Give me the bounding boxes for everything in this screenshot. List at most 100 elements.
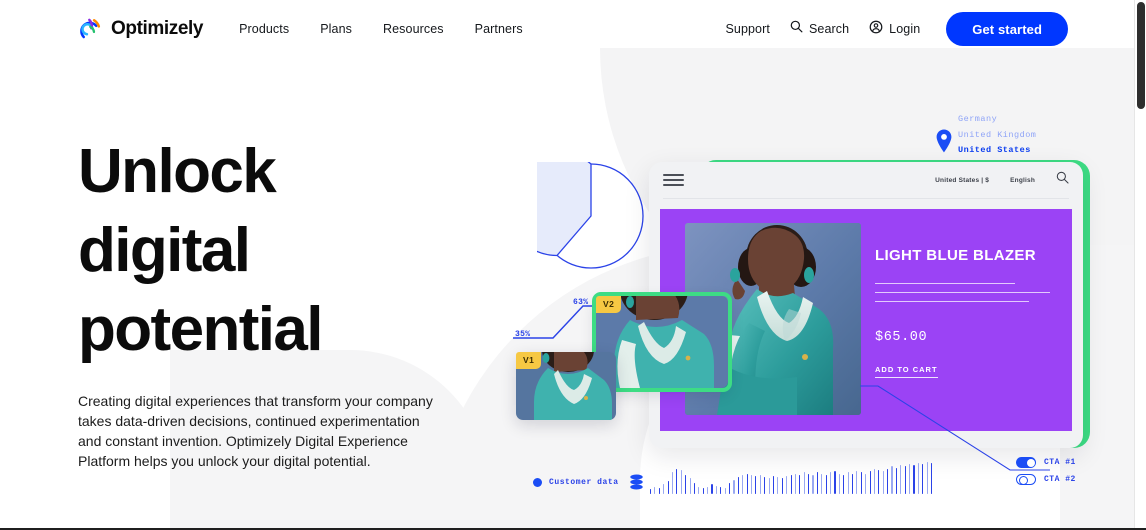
optimizely-homepage: Optimizely Products Plans Resources Part… [0,0,1146,530]
brand-name: Optimizely [111,18,204,39]
nav-login-link[interactable]: Login [869,20,920,39]
device-locale-selector[interactable]: United States | $ [935,177,989,184]
bar-chart-bar [755,476,757,494]
bar-chart-bar [715,485,717,494]
customer-data-dot-icon [533,478,542,487]
map-pin-icon [934,128,954,154]
variant-1-badge: V1 [516,352,542,369]
bar-chart-bar [781,478,783,494]
geo-targeting-widget: Germany United Kingdom United States [930,112,1070,164]
nav-links: Products Plans Resources Partners [239,22,523,36]
nav-login-label: Login [889,22,921,36]
device-search-icon[interactable] [1056,171,1069,189]
bar-chart-bar [742,474,744,494]
nav-right-group: Support Search Login Get started [725,12,1068,46]
bar-chart-bar [667,480,669,494]
bar-chart-bar [663,484,665,494]
product-info: LIGHT BLUE BLAZER $65.00 ADD TO CART [875,247,1050,378]
bar-chart-bar [711,484,713,494]
bar-chart-bar [851,473,854,494]
bar-chart-bar [777,477,779,494]
bar-chart-bar [724,488,726,494]
hero-title-line-2: digital [78,216,251,285]
bar-chart-bar [830,472,832,494]
bar-chart-bar [750,474,753,494]
bar-chart-bar [729,483,731,494]
page-scrollbar[interactable] [1134,0,1146,530]
product-price: $65.00 [875,330,928,345]
nav-search-link[interactable]: Search [790,20,849,38]
bar-chart-bar [671,472,674,494]
bar-chart-bar [733,479,735,494]
brand-logo-link[interactable]: Optimizely [78,16,203,42]
bar-chart-bar [808,473,810,494]
bar-chart-bar [702,488,704,494]
cta-toggle-group: CTA #1 CTA #2 [1016,457,1112,491]
bar-chart-bar [676,468,678,494]
bar-chart-bar [693,483,695,494]
nav-search-label: Search [808,22,850,36]
hero-title-line-3: potential [78,295,324,364]
device-bar-right: United States | $ English [935,171,1069,189]
hamburger-menu-icon[interactable] [663,174,684,186]
bar-chart-bar [838,473,840,494]
bar-chart-bar [764,477,766,494]
cta-2-label: CTA #2 [1044,475,1076,484]
get-started-button[interactable]: Get started [946,12,1068,46]
user-circle-icon [869,20,883,39]
bar-chart-bar [821,473,823,494]
pie-chart [504,150,645,270]
bar-chart-bar [816,472,818,494]
cta-1-toggle[interactable] [1016,457,1036,468]
bar-chart-bar [685,474,687,494]
bar-chart-bar [658,488,660,494]
nav-link-support[interactable]: Support [725,22,769,36]
bar-chart-bar [843,474,845,494]
customer-data-label: Customer data [549,478,619,487]
bar-chart-bar [794,473,796,494]
bar-chart-bar [803,472,805,494]
page-title: Unlock digital potential [78,132,478,369]
cta-toggle-row-1[interactable]: CTA #1 [1016,457,1112,468]
geo-location-germany: Germany [958,114,998,124]
bar-chart-bar [790,474,792,494]
nav-link-partners[interactable]: Partners [475,22,523,36]
nav-link-resources[interactable]: Resources [383,22,444,36]
bar-chart-bar [707,486,709,494]
customer-data-legend: Customer data [533,474,644,491]
bar-chart-bar [680,470,682,494]
nav-link-plans[interactable]: Plans [320,22,352,36]
bar-chart-bar [720,486,722,494]
cta-2-toggle[interactable] [1016,474,1036,486]
variant-1-conversion-label: 35% [515,330,531,339]
search-icon [790,20,803,38]
hero-subtitle: Creating digital experiences that transf… [78,393,433,469]
cta-toggle-row-2[interactable]: CTA #2 [1016,474,1112,486]
bar-chart-bar [847,472,849,494]
variant-2-badge: V2 [596,296,622,313]
main-navigation: Optimizely Products Plans Resources Part… [0,0,1134,58]
geo-location-list: Germany United Kingdom United States [958,112,1036,159]
optimizely-logo-icon [78,16,104,42]
scrollbar-thumb[interactable] [1137,2,1145,109]
bar-chart-bar [812,474,814,494]
add-to-cart-button[interactable]: ADD TO CART [875,365,938,378]
bar-chart-bar [737,477,739,494]
bar-chart-bar [786,476,788,494]
bar-chart-bar [759,474,761,494]
bar-chart-bar [698,486,700,494]
device-language-selector[interactable]: English [1010,177,1035,184]
bar-chart-bar [768,478,770,494]
hero-copy: Unlock digital potential Creating digita… [78,132,478,471]
nav-link-products[interactable]: Products [239,22,289,36]
bar-chart-bar [856,471,858,494]
geo-location-united-states: United States [958,145,1031,155]
product-description-placeholder [875,283,1050,302]
variant-1-card[interactable]: V1 [516,352,616,420]
hero-title-line-1: Unlock [78,137,277,206]
bar-chart-bar [772,476,775,494]
geo-location-united-kingdom: United Kingdom [958,129,1037,140]
database-stack-icon [629,474,644,491]
bar-chart-bar [825,474,827,494]
cta-1-label: CTA #1 [1044,458,1076,467]
